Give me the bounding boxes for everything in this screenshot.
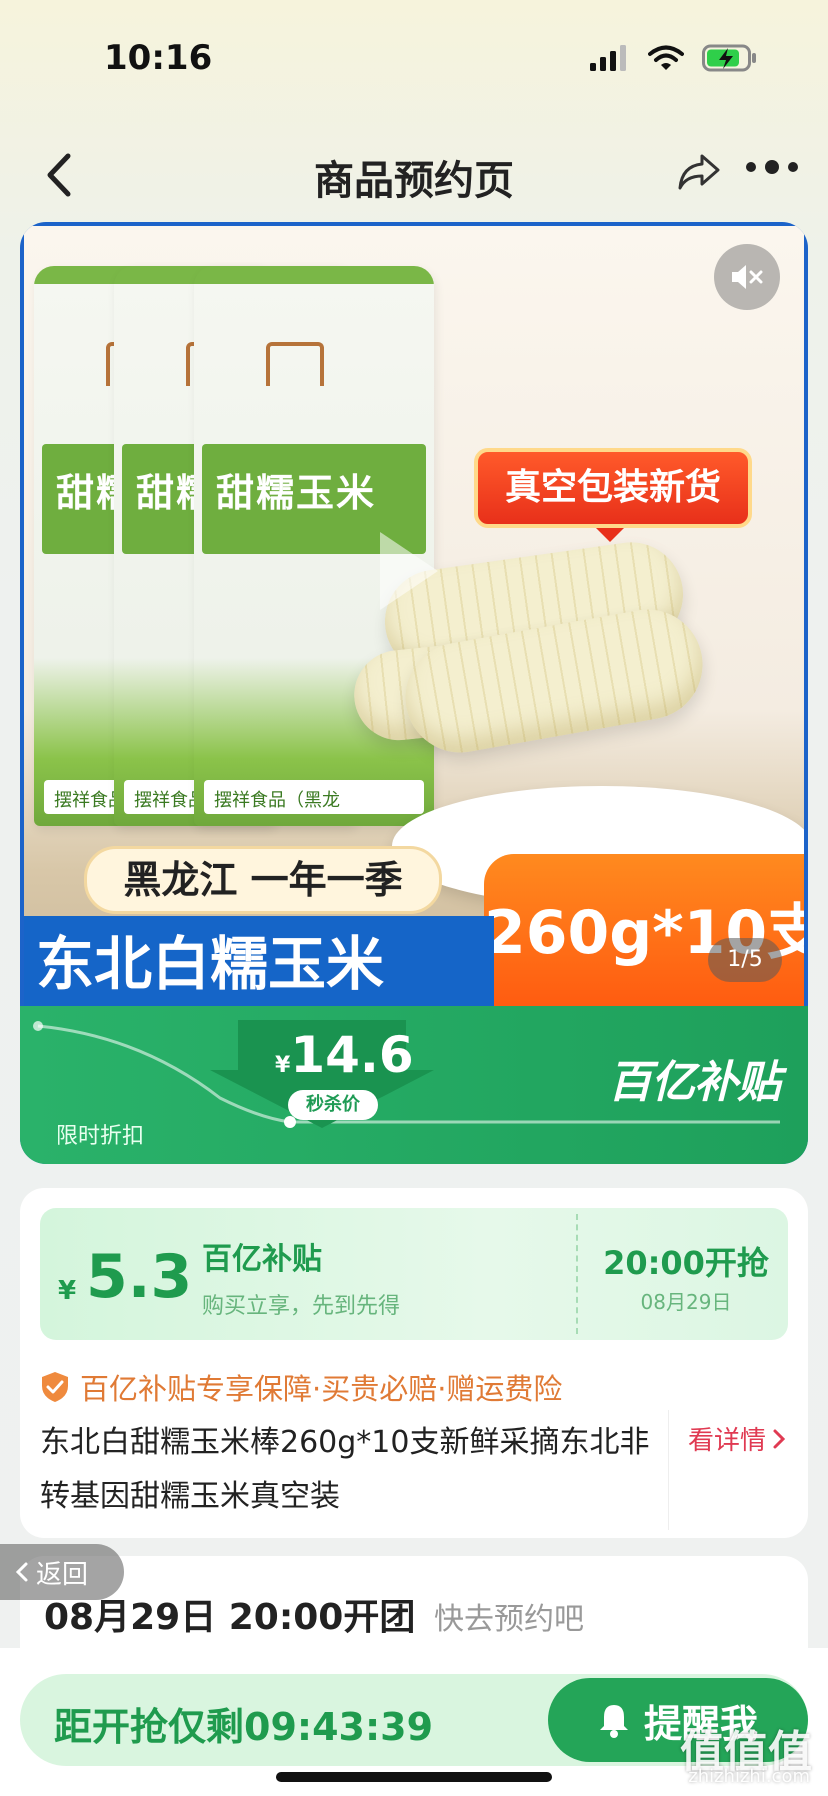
chevron-left-icon [15,1562,28,1582]
coupon-amount: 5.3 [86,1242,193,1312]
origin-tag: 黑龙江 一年一季 [84,846,442,914]
mute-icon [732,265,763,289]
flash-price: ¥14.6 [275,1026,414,1084]
floating-back-button[interactable]: 返回 [0,1544,124,1600]
view-details-label: 看详情 [687,1426,766,1456]
more-icon[interactable] [746,160,798,174]
signal-icon [590,45,626,71]
bell-icon [599,1705,628,1738]
product-name-band: 东北白糯玉米 [24,916,494,1012]
guarantee-text: 百亿补贴专享保障·买贵必赔·赠运费险 [80,1372,563,1406]
coupon-description: 购买立享，先到先得 [202,1294,401,1319]
share-icon[interactable] [676,152,722,192]
details-divider [668,1410,669,1530]
open-hint: 快去预约吧 [434,1602,584,1637]
spec-band: 260g*10支 [484,854,804,1012]
watermark-url: zhizhizhi.com [688,1766,810,1787]
product-image[interactable]: 甜糯玉米 摆祥食品（黑龙 甜糯玉米 摆祥食品（黑龙 甜糯玉米 摆祥食品（黑龙 真… [24,226,804,1032]
limited-discount-label: 限时折扣 [56,1124,145,1149]
battery-charging-icon [702,44,756,72]
wifi-icon [648,45,684,70]
flash-price-label: 秒杀价 [288,1090,378,1120]
play-icon[interactable] [374,526,444,616]
image-page-indicator: 1/5 [708,938,782,982]
chevron-right-icon [773,1429,786,1448]
home-indicator [276,1772,552,1782]
status-icons [590,44,758,72]
countdown-text: 距开抢仅剩09:43:39 [54,1705,434,1749]
guarantee-row[interactable]: 百亿补贴专享保障·买贵必赔·赠运费险 [40,1366,562,1408]
product-hero-card[interactable]: 甜糯玉米 摆祥食品（黑龙 甜糯玉米 摆祥食品（黑龙 甜糯玉米 摆祥食品（黑龙 真… [20,222,808,1164]
status-time: 10:16 [104,38,213,78]
product-title: 东北白甜糯玉米棒260g*10支新鲜采摘东北非转基因甜糯玉米真空装 [40,1425,650,1514]
floating-back-label: 返回 [36,1559,89,1590]
coupon-start-time: 20:00开抢 [603,1244,769,1282]
coupon-currency: ¥ [58,1276,77,1306]
coupon-title: 百亿补贴 [202,1242,322,1277]
coupon-start-date: 08月29日 [640,1290,732,1314]
shield-check-icon [42,1372,68,1402]
vacuum-pack-tag: 真空包装新货 [474,448,752,542]
subsidy-logo: 百亿补贴 [608,1057,781,1108]
mute-button[interactable] [714,244,780,310]
view-details-link[interactable]: 看详情 [688,1420,786,1457]
coupon-divider [576,1214,578,1334]
